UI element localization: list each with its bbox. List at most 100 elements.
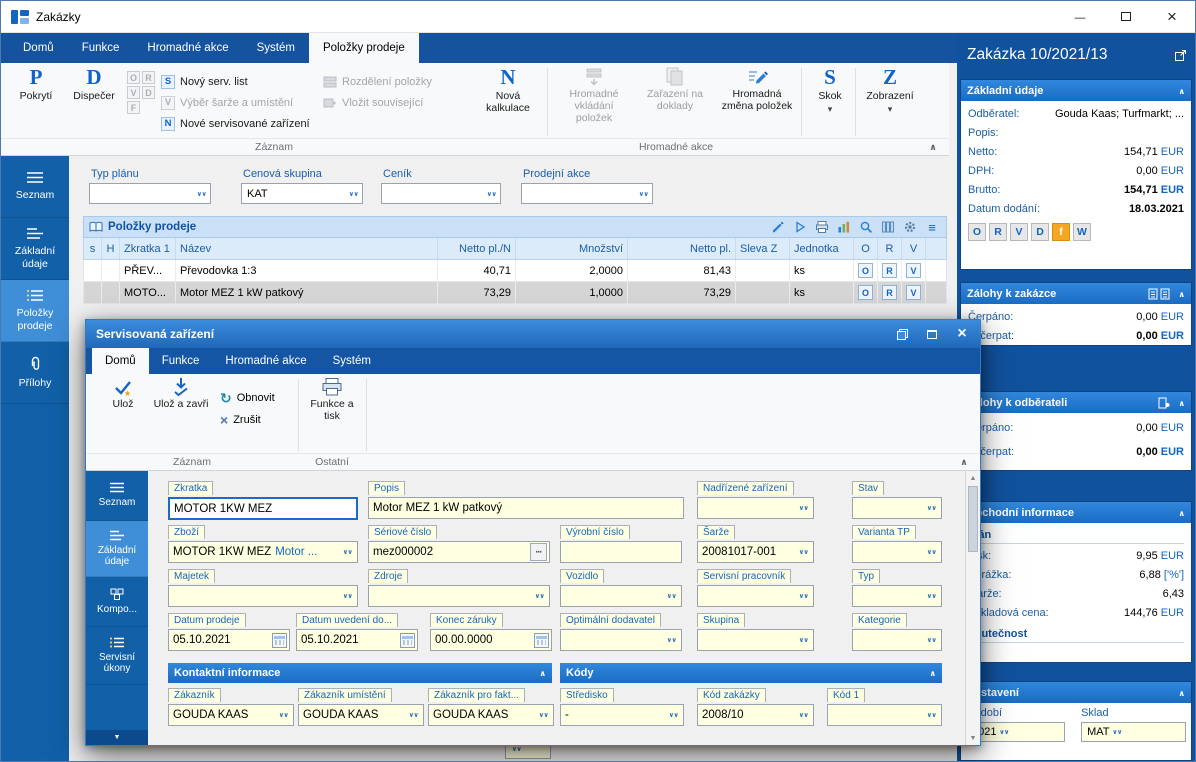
toggle-v[interactable]: V (1010, 223, 1028, 241)
dropdown-icon[interactable] (924, 632, 939, 649)
pracovnik-dropdown[interactable] (697, 585, 814, 607)
calendar-icon[interactable] (272, 632, 287, 648)
document-icon[interactable] (1160, 288, 1170, 300)
mini-r-button[interactable]: R (142, 71, 155, 84)
hromadna-zmena-button[interactable]: Hromadná změna položek (717, 63, 797, 131)
ribbon-collapse-icon[interactable] (956, 455, 972, 469)
functions-print-button[interactable]: Funkce a tisk (304, 374, 360, 436)
dropdown-icon[interactable] (796, 707, 811, 724)
sidebar-more-icon[interactable] (86, 730, 148, 745)
nastaveni-header[interactable]: Nastavení (961, 682, 1191, 703)
collapse-icon[interactable] (1179, 507, 1186, 519)
cenova-skupina-dropdown[interactable]: KAT (241, 183, 363, 204)
dispecer-button[interactable]: D Dispečer (65, 63, 123, 131)
varianta-dropdown[interactable] (852, 541, 942, 563)
collapse-icon[interactable] (1179, 397, 1186, 409)
minimize-icon[interactable] (1057, 1, 1103, 32)
calendar-icon[interactable] (400, 632, 415, 648)
sidebar-item-polozky-prodeje[interactable]: Položky prodeje (1, 280, 69, 342)
cenik-dropdown[interactable] (381, 183, 501, 204)
vyber-sarze-button[interactable]: V Výběr šarže a umístění (161, 92, 310, 113)
dropdown-icon[interactable] (340, 544, 355, 561)
sidebar-item-seznam[interactable]: Seznam (1, 156, 69, 218)
close-icon[interactable] (1149, 1, 1195, 32)
zbozi-link[interactable]: Motor ... (275, 546, 317, 558)
toggle-o[interactable]: O (968, 223, 986, 241)
dropdown-icon[interactable] (796, 632, 811, 649)
zakladni-udaje-header[interactable]: Základní údaje (961, 80, 1191, 101)
settings-gear-icon[interactable] (901, 219, 919, 235)
skupina-dropdown[interactable] (697, 629, 814, 651)
stav-dropdown[interactable] (852, 497, 942, 519)
kod-zakazky-dropdown[interactable]: 2008/10 (697, 704, 814, 726)
zobrazeni-button[interactable]: Z Zobrazení (861, 63, 919, 131)
close-icon[interactable] (947, 323, 977, 346)
dropdown-icon[interactable] (996, 724, 1011, 741)
dropdown-icon[interactable] (924, 588, 939, 605)
dialog-tab-system[interactable]: Systém (320, 348, 384, 374)
datum-uvedeni-input[interactable]: 05.10.2021 (296, 629, 418, 651)
dropdown-icon[interactable] (924, 500, 939, 517)
zalohy-zakazka-header[interactable]: Zálohy k zakázce (961, 283, 1191, 304)
zarazeni-na-doklady-button[interactable]: Zařazení na doklady (637, 63, 713, 131)
col-netto-mj[interactable]: Netto pl./N (438, 238, 516, 259)
dialog-titlebar[interactable]: Servisovaná zařízení (86, 320, 980, 348)
pokryti-button[interactable]: P Pokrytí (9, 63, 63, 131)
dropdown-icon[interactable] (346, 185, 361, 202)
edit-pencil-icon[interactable] (769, 219, 787, 235)
vlozit-souvisejici-button[interactable]: Vložit související (323, 92, 432, 113)
dodavatel-dropdown[interactable] (560, 629, 682, 651)
hromadne-vkladani-button[interactable]: Hromadné vkládání položek (555, 63, 633, 131)
dialog-sidebar-seznam[interactable]: Seznam (86, 471, 148, 521)
columns-icon[interactable] (879, 219, 897, 235)
table-row-selected[interactable]: MOTO... Motor MEZ 1 kW patkový 73,29 1,0… (83, 282, 947, 304)
col-o[interactable]: O (854, 238, 878, 259)
collapse-icon[interactable] (540, 667, 547, 679)
tab-domu[interactable]: Domů (9, 33, 68, 63)
dropdown-icon[interactable] (924, 544, 939, 561)
nove-serv-zarizeni-button[interactable]: N Nové servisované zařízení (161, 113, 310, 134)
dialog-scrollbar[interactable] (965, 471, 980, 745)
prodejni-akce-dropdown[interactable] (521, 183, 653, 204)
tab-polozky-prodeje[interactable]: Položky prodeje (308, 33, 419, 63)
konec-zaruky-input[interactable]: 00.00.0000 (430, 629, 552, 651)
document-icon[interactable] (1148, 288, 1158, 300)
vozidlo-dropdown[interactable] (560, 585, 682, 607)
tab-hromadne-akce[interactable]: Hromadné akce (133, 33, 242, 63)
run-play-icon[interactable] (791, 219, 809, 235)
dialog-sidebar-servisni-ukony[interactable]: Servisní úkony (86, 627, 148, 685)
save-and-close-button[interactable]: Ulož a zavři (152, 374, 210, 436)
dropdown-icon[interactable] (924, 707, 939, 724)
vyrobni-input[interactable] (560, 541, 682, 563)
dialog-sidebar-komponenty[interactable]: Kompo... (86, 577, 148, 627)
dropdown-icon[interactable] (406, 707, 421, 724)
dropdown-icon[interactable] (340, 588, 355, 605)
col-netto[interactable]: Netto pl. (628, 238, 736, 259)
col-nazev[interactable]: Název (176, 238, 438, 259)
dialog-sidebar-zakladni-udaje[interactable]: Základní údaje (86, 521, 148, 577)
chart-icon[interactable] (835, 219, 853, 235)
dropdown-icon[interactable] (796, 588, 811, 605)
table-row[interactable]: PŘEV... Převodovka 1:3 40,71 2,0000 81,4… (83, 260, 947, 282)
col-r[interactable]: R (878, 238, 902, 259)
dialog-tab-funkce[interactable]: Funkce (149, 348, 213, 374)
cancel-button[interactable]: Zrušit (220, 409, 275, 431)
sklad-dropdown[interactable]: MAT (1081, 722, 1186, 742)
calendar-icon[interactable] (534, 632, 549, 648)
col-v[interactable]: V (902, 238, 926, 259)
dropdown-icon[interactable] (636, 185, 651, 202)
dropdown-icon[interactable] (666, 707, 681, 724)
stredisko-dropdown[interactable]: - (560, 704, 684, 726)
ellipsis-icon[interactable] (530, 543, 547, 561)
zbozi-dropdown[interactable]: MOTOR 1KW MEZ Motor ... (168, 541, 358, 563)
zakaznik-dropdown[interactable]: GOUDA KAAS (168, 704, 294, 726)
kody-section[interactable]: Kódy (560, 663, 942, 683)
dropdown-icon[interactable] (194, 185, 209, 202)
dropdown-icon[interactable] (664, 588, 679, 605)
print-icon[interactable] (813, 219, 831, 235)
sidebar-item-prilohy[interactable]: Přílohy (1, 342, 69, 404)
kategorie-dropdown[interactable] (852, 629, 942, 651)
col-s[interactable]: s (84, 238, 102, 259)
dropdown-icon[interactable] (532, 588, 547, 605)
sarze-dropdown[interactable]: 20081017-001 (697, 541, 814, 563)
